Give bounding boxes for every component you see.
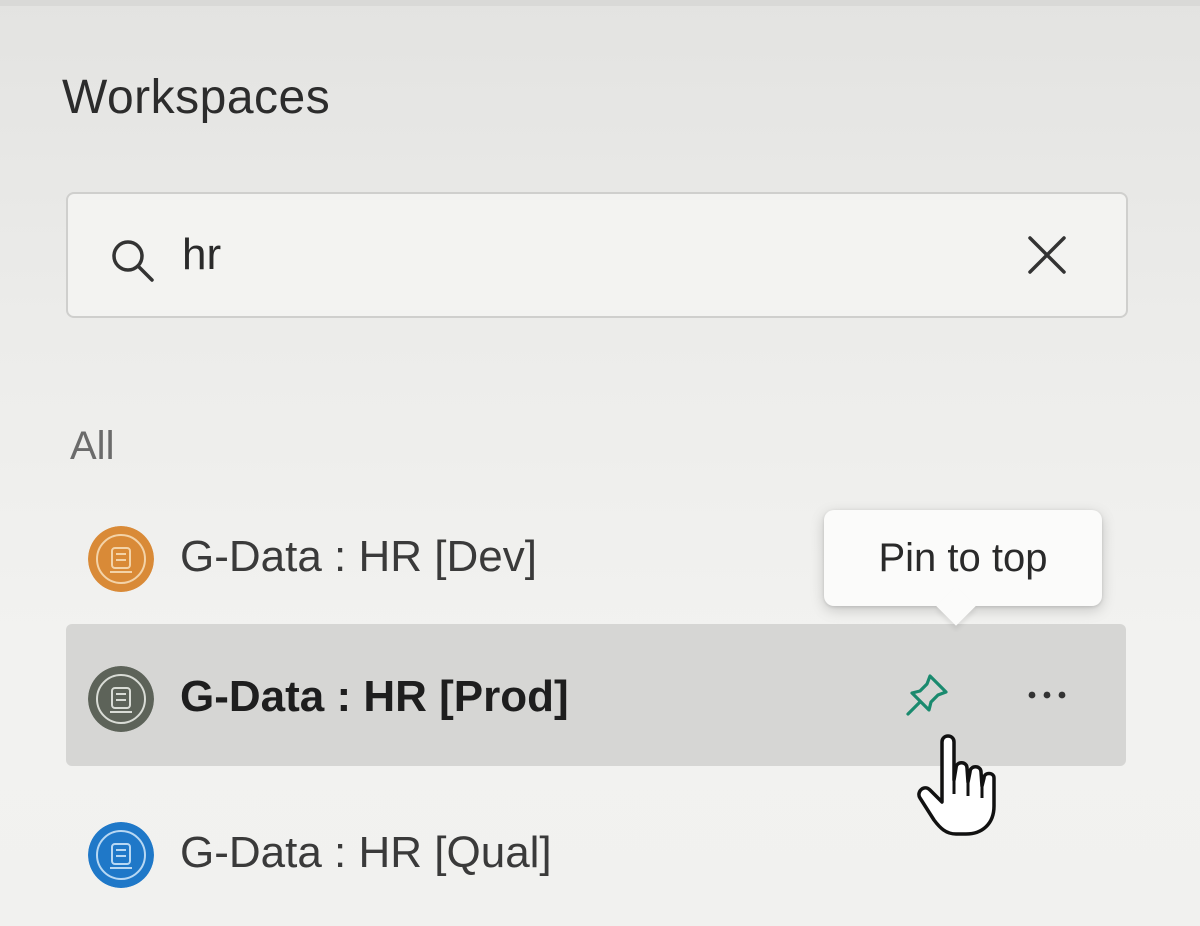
pin-icon[interactable] xyxy=(900,668,954,722)
workspace-name: G-Data : HR [Qual] xyxy=(180,828,552,877)
panel-title: Workspaces xyxy=(62,71,331,124)
hand-cursor-icon xyxy=(917,734,996,836)
workspace-avatar xyxy=(88,526,154,592)
workspaces-panel: Workspaces hr All G-Data : HR [Dev] G-Da… xyxy=(0,0,1200,926)
workspace-name: G-Data : HR [Dev] xyxy=(180,532,537,581)
workspace-avatar xyxy=(88,822,154,888)
search-box[interactable]: hr xyxy=(66,192,1128,318)
workspace-logo-icon xyxy=(88,822,154,888)
search-input[interactable]: hr xyxy=(182,230,221,280)
tooltip-text: Pin to top xyxy=(878,536,1048,580)
search-icon xyxy=(112,240,154,282)
more-horizontal-icon[interactable] xyxy=(1020,668,1074,722)
workspace-name: G-Data : HR [Prod] xyxy=(180,672,569,721)
workspace-logo-icon xyxy=(88,666,154,732)
workspace-avatar xyxy=(88,666,154,732)
close-icon[interactable] xyxy=(1024,232,1070,278)
pin-tooltip: Pin to top xyxy=(824,510,1102,626)
section-label-all: All xyxy=(70,424,115,468)
workspace-logo-icon xyxy=(88,526,154,592)
